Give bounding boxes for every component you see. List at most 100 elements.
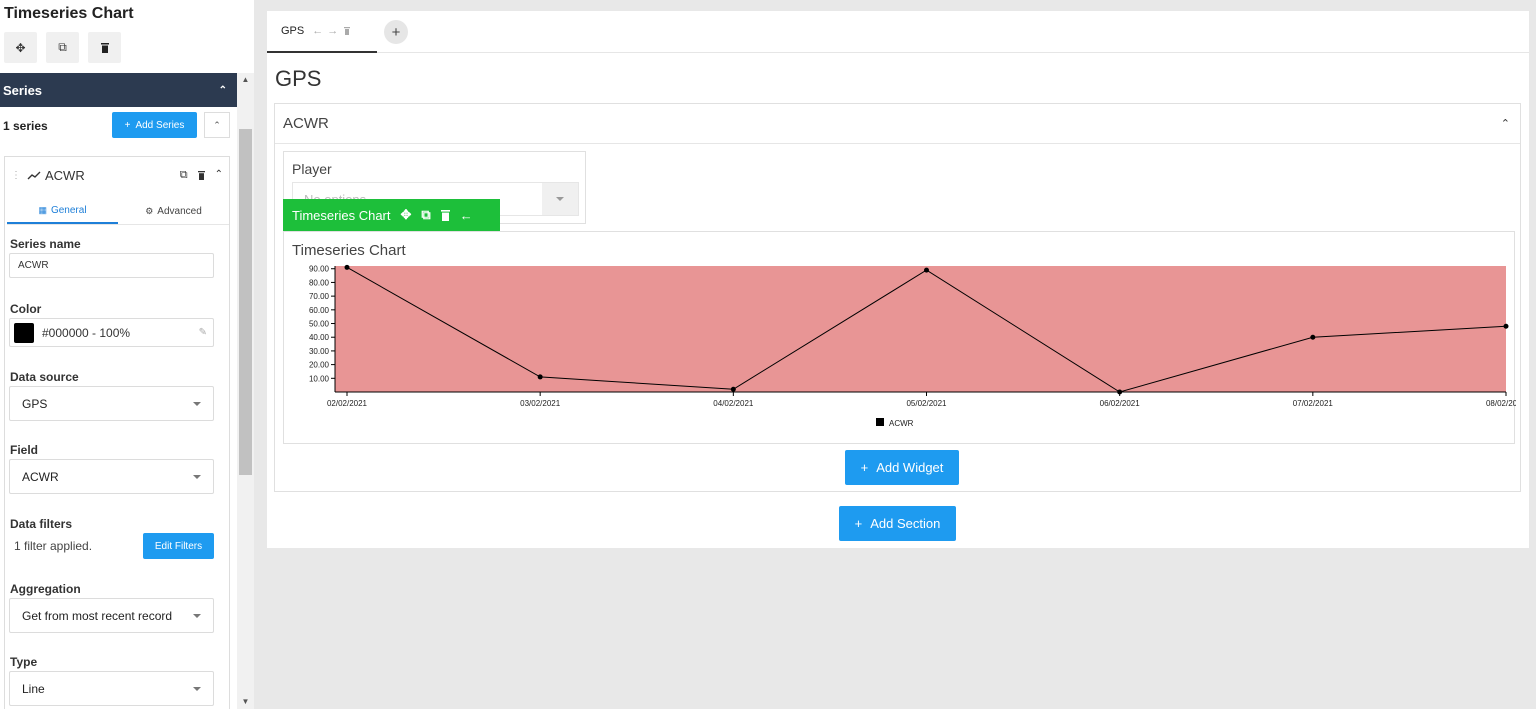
series-section-header[interactable]: Series ⌃	[0, 73, 237, 107]
widget-toolbar-label: Timeseries Chart	[292, 207, 391, 223]
timeseries-chart-widget[interactable]: Timeseries Chart 10.00 20.00 30.00 40.00 50.…	[283, 231, 1516, 444]
x-tick-label: 02/02/2021	[327, 399, 368, 408]
color-value: #000000 - 100%	[42, 325, 131, 340]
add-widget-button[interactable]: + Add Widget	[845, 450, 959, 485]
type-select[interactable]: Line	[9, 671, 214, 706]
chevron-up-icon: ⌃	[218, 84, 227, 96]
data-point	[1310, 334, 1316, 340]
data-point	[344, 264, 350, 270]
section-acwr: ACWR ⌃ Player No options Timeseries Char…	[274, 103, 1521, 492]
y-tick-label: 40.00	[309, 333, 330, 342]
tab-advanced-label: Advanced	[157, 206, 202, 217]
data-filters-status: 1 filter applied.	[14, 539, 93, 553]
scroll-down-arrow[interactable]: ▼	[237, 695, 254, 709]
copy-button[interactable]: ⧉	[46, 32, 79, 63]
data-point	[537, 374, 543, 380]
copy-icon[interactable]: ⧉	[421, 207, 430, 223]
trash-icon	[100, 42, 109, 53]
section-header[interactable]: ACWR ⌃	[275, 104, 1520, 144]
add-series-label: Add Series	[135, 119, 185, 131]
series-card-name: ACWR	[45, 168, 85, 183]
add-tab-button[interactable]: +	[384, 20, 408, 44]
plus-icon: +	[391, 23, 401, 41]
data-source-select[interactable]: GPS	[9, 386, 214, 421]
tab-general[interactable]: ▦ General	[7, 199, 118, 224]
x-tick-label: 07/02/2021	[1293, 399, 1334, 408]
tab-general-label: General	[50, 205, 87, 216]
widget-tool-row: ✥ ⧉	[4, 32, 121, 63]
y-tick-label: 20.00	[309, 361, 330, 370]
data-point	[730, 386, 736, 392]
chevron-up-icon[interactable]: ⌃	[215, 169, 223, 182]
y-tick-label: 50.00	[309, 320, 330, 329]
move-icon: ✥	[15, 40, 26, 55]
plus-icon: +	[854, 516, 863, 531]
tab-advanced[interactable]: ⚙ Advanced	[118, 199, 229, 224]
color-swatch[interactable]	[14, 322, 34, 343]
pencil-icon[interactable]: ✎	[199, 327, 207, 338]
scroll-up-arrow[interactable]: ▲	[237, 73, 254, 87]
y-tick-label: 10.00	[309, 374, 330, 383]
series-card-header[interactable]: ⋮ ACWR ⧉ ⌃	[11, 168, 223, 183]
trash-icon[interactable]	[440, 209, 450, 221]
double-chevron-up-icon: ⌃	[213, 119, 221, 130]
data-filters-label: Data filters	[10, 517, 73, 531]
aggregation-select[interactable]: Get from most recent record	[9, 598, 214, 633]
data-source-label: Data source	[10, 370, 79, 384]
series-name-input[interactable]: ACWR	[9, 253, 214, 278]
copy-icon: ⧉	[58, 40, 67, 54]
chevron-up-icon[interactable]: ⌃	[1501, 117, 1510, 130]
drag-handle-icon[interactable]: ⋮	[11, 170, 21, 181]
data-source-value: GPS	[22, 396, 48, 411]
move-button[interactable]: ✥	[4, 32, 37, 63]
x-tick-label: 03/02/2021	[520, 399, 561, 408]
chevron-down-icon	[193, 475, 201, 479]
tab-gps[interactable]: GPS ← →	[267, 11, 377, 53]
chevron-down-icon	[193, 687, 201, 691]
add-widget-label: Add Widget	[876, 460, 944, 475]
y-tick-label: 60.00	[309, 306, 330, 315]
series-count: 1 series	[3, 119, 48, 133]
data-point	[1503, 323, 1509, 329]
add-series-button[interactable]: + Add Series	[112, 112, 197, 138]
grid-icon: ▦	[38, 205, 47, 215]
field-select[interactable]: ACWR	[9, 459, 214, 494]
edit-filters-button[interactable]: Edit Filters	[143, 533, 214, 559]
copy-icon[interactable]: ⧉	[180, 169, 188, 182]
collapse-all-button[interactable]: ⌃	[204, 112, 230, 138]
field-value: ACWR	[22, 469, 59, 484]
add-section-label: Add Section	[870, 516, 941, 531]
add-section-button[interactable]: + Add Section	[839, 506, 956, 541]
plus-icon: +	[124, 119, 131, 131]
page-title: GPS	[275, 66, 322, 91]
chart-svg: 10.00 20.00 30.00 40.00 50.00 60.00 70.00 80.00…	[309, 264, 1516, 428]
chevron-down-icon	[193, 614, 201, 618]
widget-settings-panel: Timeseries Chart ✥ ⧉ Series ⌃ ▲ ▼ 1 seri…	[0, 0, 254, 709]
y-tick-label: 80.00	[309, 278, 330, 287]
widget-toolbar: Timeseries Chart ✥ ⧉ ←	[283, 199, 500, 231]
section-title: ACWR	[283, 115, 329, 132]
arrow-left-icon[interactable]: ←	[460, 208, 473, 223]
aggregation-value: Get from most recent record	[22, 608, 173, 623]
arrow-left-icon[interactable]: ←	[312, 25, 323, 37]
move-icon[interactable]: ✥	[400, 207, 411, 223]
legend-label: ACWR	[889, 419, 914, 428]
scroll-thumb[interactable]	[239, 129, 252, 475]
y-tick-label: 90.00	[309, 265, 330, 274]
color-input[interactable]: #000000 - 100% ✎	[9, 318, 214, 347]
trash-icon[interactable]	[344, 27, 351, 35]
x-tick-label: 08/02/2021	[1486, 399, 1516, 408]
chevron-down-icon[interactable]	[542, 183, 578, 215]
x-tick-label: 06/02/2021	[1100, 399, 1141, 408]
field-label: Field	[10, 443, 39, 457]
legend-swatch	[876, 418, 884, 426]
panel-title: Timeseries Chart	[4, 5, 134, 22]
dashboard-canvas: GPS ← → + GPS ACWR ⌃ Player No options T…	[267, 11, 1529, 548]
arrow-right-icon[interactable]: →	[327, 25, 338, 37]
trash-icon[interactable]	[197, 171, 205, 180]
data-point	[924, 267, 929, 273]
y-tick-label: 30.00	[309, 347, 330, 356]
delete-button[interactable]	[88, 32, 121, 63]
panel-scrollbar[interactable]: ▲ ▼	[237, 73, 254, 709]
series-subtabs: ▦ General ⚙ Advanced	[7, 199, 229, 225]
